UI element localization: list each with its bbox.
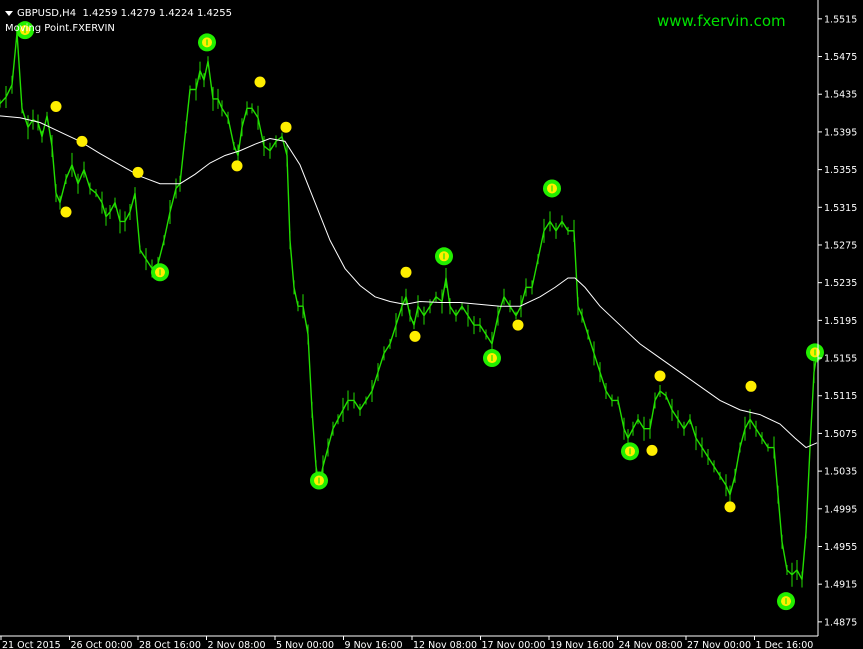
time-tick-label: 27 Nov 00:00 bbox=[687, 640, 751, 649]
minor-signal-marker bbox=[400, 266, 412, 278]
minor-signal-marker bbox=[76, 135, 88, 147]
price-tick-label: 1.4955 bbox=[824, 542, 857, 553]
time-tick-label: 19 Nov 16:00 bbox=[550, 640, 614, 649]
time-tick-label: 28 Oct 16:00 bbox=[139, 640, 201, 649]
price-tick-label: 1.4875 bbox=[824, 617, 857, 628]
price-tick-label: 1.5075 bbox=[824, 429, 857, 440]
price-tick-label: 1.5515 bbox=[824, 14, 857, 25]
price-chart[interactable]: 1.5515 1.5475 1.5435 1.5395 1.5355 1.5315 1.52… bbox=[0, 0, 863, 649]
price-tick-label: 1.5355 bbox=[824, 165, 857, 176]
price-tick-label: 1.5115 bbox=[824, 391, 857, 402]
signal-markers bbox=[16, 21, 824, 611]
minor-signal-marker bbox=[512, 319, 524, 331]
moving-average-series bbox=[0, 115, 818, 449]
ohlc-values: 1.4259 1.4279 1.4224 1.4255 bbox=[82, 8, 232, 19]
dropdown-triangle-icon[interactable] bbox=[5, 10, 13, 16]
minor-signal-marker bbox=[280, 121, 292, 133]
minor-signal-marker bbox=[231, 160, 243, 172]
price-tick-label: 1.5155 bbox=[824, 354, 857, 365]
time-tick-label: 17 Nov 00:00 bbox=[482, 640, 546, 649]
price-tick-label: 1.5235 bbox=[824, 278, 857, 289]
price-tick-label: 1.5195 bbox=[824, 316, 857, 327]
minor-signal-marker bbox=[724, 501, 736, 513]
time-axis-ticks: 21 Oct 2015 26 Oct 00:00 28 Oct 16:00 2 Nov… bbox=[0, 636, 814, 649]
price-tick-label: 1.5035 bbox=[824, 467, 857, 478]
time-tick-label: 12 Nov 08:00 bbox=[413, 640, 477, 649]
time-tick-label: 26 Oct 00:00 bbox=[71, 640, 133, 649]
minor-signal-marker bbox=[50, 100, 62, 112]
watermark: www.fxervin.com bbox=[657, 12, 786, 30]
minor-signal-marker bbox=[654, 370, 666, 382]
minor-signal-marker bbox=[646, 444, 658, 456]
time-tick-label: 2 Nov 08:00 bbox=[208, 640, 266, 649]
minor-signal-marker bbox=[745, 380, 757, 392]
price-tick-label: 1.5435 bbox=[824, 90, 857, 101]
moving-average-line bbox=[0, 115, 818, 449]
minor-signal-marker bbox=[60, 206, 72, 218]
time-tick-label: 5 Nov 00:00 bbox=[276, 640, 334, 649]
price-tick-label: 1.5395 bbox=[824, 127, 857, 138]
minor-signal-marker bbox=[409, 330, 421, 342]
time-tick-label: 9 Nov 16:00 bbox=[345, 640, 403, 649]
symbol-label: GBPUSD,H4 bbox=[17, 8, 77, 19]
minor-signal-marker bbox=[254, 76, 266, 88]
price-line bbox=[0, 32, 818, 581]
time-tick-label: 21 Oct 2015 bbox=[2, 640, 61, 649]
price-series bbox=[0, 25, 818, 588]
price-tick-label: 1.5275 bbox=[824, 240, 857, 251]
indicator-label: Moving Point.FXERVIN bbox=[5, 23, 115, 34]
time-tick-label: 24 Nov 08:00 bbox=[619, 640, 683, 649]
symbol-header: GBPUSD,H4 1.4259 1.4279 1.4224 1.4255 bbox=[5, 8, 232, 19]
price-tick-label: 1.4995 bbox=[824, 504, 857, 515]
price-tick-label: 1.5475 bbox=[824, 52, 857, 63]
axes: 1.5515 1.5475 1.5435 1.5395 1.5355 1.5315 1.52… bbox=[0, 0, 857, 649]
minor-signal-marker bbox=[132, 166, 144, 178]
price-axis-ticks: 1.5515 1.5475 1.5435 1.5395 1.5355 1.5315 1.52… bbox=[818, 14, 857, 628]
price-tick-label: 1.4915 bbox=[824, 580, 857, 591]
time-tick-label: 1 Dec 16:00 bbox=[756, 640, 814, 649]
price-tick-label: 1.5315 bbox=[824, 203, 857, 214]
